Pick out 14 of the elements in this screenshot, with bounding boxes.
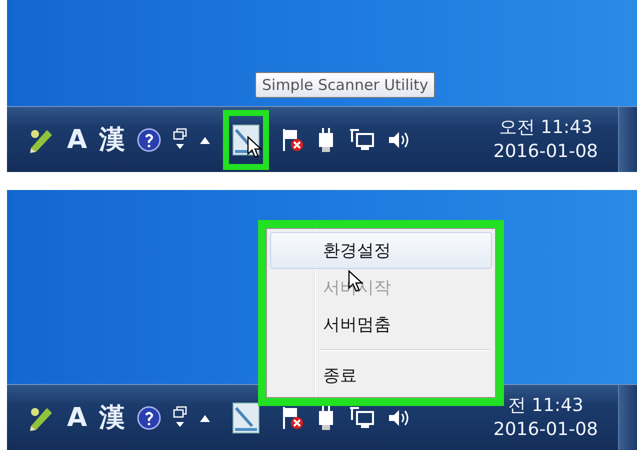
clock-time: 전 11:43 — [508, 394, 584, 418]
input-mode-indicator[interactable]: A — [67, 126, 88, 152]
input-mode-indicator[interactable]: A — [67, 404, 88, 430]
menu-item[interactable]: 서버멈춤 — [270, 306, 492, 343]
clock-time: 오전 11:43 — [498, 116, 592, 140]
tooltip: Simple Scanner Utility — [255, 72, 436, 98]
clock-date: 2016-01-08 — [493, 140, 598, 163]
input-mode-indicator[interactable]: 漢 — [99, 404, 126, 430]
menu-item[interactable]: 종료 — [270, 357, 492, 394]
menu-item[interactable]: 환경설정 — [270, 232, 492, 269]
input-mode-indicator[interactable]: 漢 — [99, 126, 126, 152]
clock-date: 2016-01-08 — [493, 418, 598, 441]
clock[interactable]: 오전 11:43 2016-01-08 — [493, 116, 606, 163]
clock[interactable]: 전 11:43 2016-01-08 — [493, 394, 606, 441]
